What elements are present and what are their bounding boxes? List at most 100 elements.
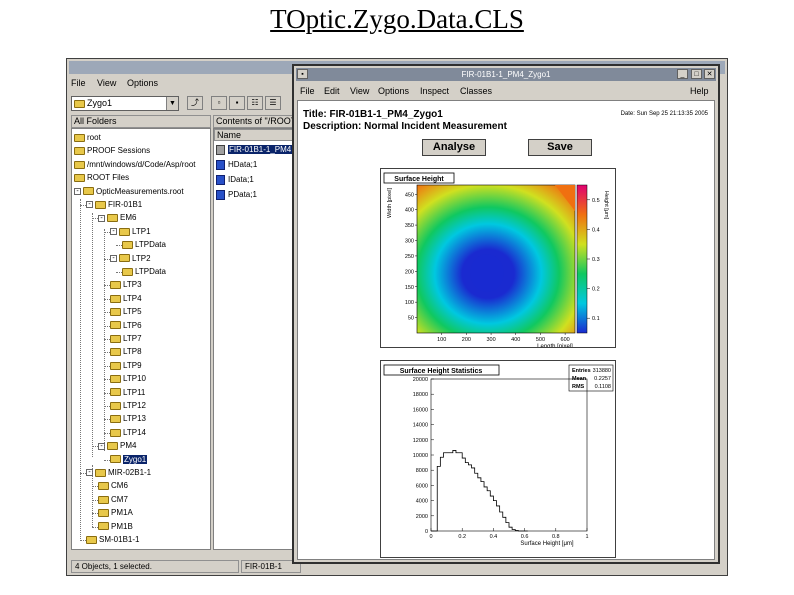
zygo-menu-view[interactable]: View <box>350 86 369 96</box>
contents-item[interactable]: PData;1 <box>216 189 257 201</box>
tree-item[interactable]: PM1B <box>98 520 133 533</box>
tree-item-label: LTP1 <box>132 226 151 236</box>
menu-icon[interactable]: ▪ <box>297 69 308 79</box>
chevron-down-icon[interactable]: ▼ <box>166 97 178 110</box>
histogram-bin <box>481 482 484 531</box>
details-view-button[interactable]: ☰ <box>265 96 281 110</box>
histogram-bin <box>509 527 512 531</box>
x-axis-label: Length [pixel] <box>537 344 573 347</box>
tree-item[interactable]: - LTP1 <box>110 225 151 238</box>
y-tick-label: 200 <box>405 269 414 275</box>
data-object-icon <box>216 159 225 170</box>
browser-menu-options[interactable]: Options <box>127 78 158 88</box>
header-description: Description: Normal Incident Measurement <box>303 121 507 132</box>
all-folders-header: All Folders <box>71 115 211 128</box>
tree-item[interactable]: LTPData <box>122 265 166 278</box>
tree-item[interactable]: LTP8 <box>110 345 142 358</box>
tree-item[interactable]: LTPData <box>122 238 166 251</box>
tree-item[interactable]: LTP10 <box>110 372 146 385</box>
contents-item[interactable]: IData;1 <box>216 174 254 186</box>
tree-item[interactable]: root <box>74 131 101 144</box>
folder-icon <box>110 321 121 330</box>
large-icons-button[interactable]: ▫ <box>211 96 227 110</box>
tree-item[interactable]: LTP6 <box>110 319 142 332</box>
stats-label: Entries <box>572 368 591 374</box>
folder-combo[interactable]: Zygo1 ▼ <box>71 96 179 111</box>
zygo-menu-edit[interactable]: Edit <box>324 86 340 96</box>
tree-connector <box>80 199 81 539</box>
tree-item-label: LTP4 <box>123 293 142 303</box>
browser-menu-file[interactable]: File <box>71 78 86 88</box>
tree-item[interactable]: LTP14 <box>110 426 146 439</box>
tree-item[interactable]: - LTP2 <box>110 252 151 265</box>
save-button[interactable]: Save <box>528 139 592 156</box>
name-column-header[interactable]: Name <box>214 129 296 141</box>
zygo-menu-inspect[interactable]: Inspect <box>420 86 449 96</box>
folder-icon <box>107 442 118 451</box>
y-tick-label: 350 <box>405 223 414 229</box>
contents-item[interactable]: FIR-01B1-1_PM4 <box>216 144 293 156</box>
tree-item-label: SM-01B1-1 <box>99 535 140 544</box>
tree-item[interactable]: LTP13 <box>110 412 146 425</box>
tree-item[interactable]: LTP9 <box>110 359 142 372</box>
contents-panel[interactable]: Name FIR-01B1-1_PM4 HData;1 IData;1 PData;1 <box>213 128 297 550</box>
tree-item-label: LTP14 <box>123 427 146 437</box>
tree-item[interactable]: - EM6 <box>98 211 136 224</box>
tree-item[interactable]: SM-01B1-1 <box>86 533 139 546</box>
collapse-toggle-icon[interactable]: - <box>98 214 105 222</box>
collapse-toggle-icon[interactable]: - <box>110 228 117 236</box>
tree-item[interactable]: - FIR-01B1 <box>86 198 142 211</box>
tree-item[interactable]: PM1A <box>98 506 133 519</box>
tree-item-label: CM6 <box>111 481 128 491</box>
maximize-icon[interactable]: □ <box>691 69 702 79</box>
browser-menu-view[interactable]: View <box>97 78 116 88</box>
y-tick-label: 300 <box>405 239 414 245</box>
histogram-bin <box>437 466 440 531</box>
list-view-button[interactable]: ☷ <box>247 96 263 110</box>
surface-stats-plot[interactable]: Surface Height Statistics Entries 313880 Me… <box>380 360 616 558</box>
collapse-toggle-icon[interactable]: - <box>74 187 81 195</box>
x-tick-label: 300 <box>486 337 495 343</box>
tree-item-label: root <box>87 133 101 142</box>
tree-item-label: Zygo1 <box>123 454 148 464</box>
tree-item-label: LTPData <box>135 240 166 250</box>
data-object-icon <box>216 189 225 200</box>
zygo-menu-options[interactable]: Options <box>378 86 409 96</box>
tree-item[interactable]: CM6 <box>98 479 128 492</box>
tree-item-label: LTP6 <box>123 320 142 330</box>
histogram-bin <box>447 453 450 531</box>
tree-item[interactable]: - MIR-02B1-1 <box>86 466 151 479</box>
surface-height-plot[interactable]: Surface Height 0.1 0.2 0.3 0.4 0.5 Height [μm]… <box>380 168 616 348</box>
zygo-menu-classes[interactable]: Classes <box>460 86 492 96</box>
collapse-toggle-icon[interactable]: - <box>110 254 117 262</box>
folder-combo-value: Zygo1 <box>87 98 113 108</box>
tree-item[interactable]: Zygo1 <box>110 453 148 466</box>
tree-item[interactable]: LTP3 <box>110 278 142 291</box>
contents-header: Contents of "/ROOT <box>213 115 297 128</box>
tree-item[interactable]: ROOT Files <box>74 171 129 184</box>
tree-item[interactable]: PROOF Sessions <box>74 144 150 157</box>
folder-icon <box>74 133 85 142</box>
tree-item[interactable]: LTP5 <box>110 305 142 318</box>
analyse-button[interactable]: Analyse <box>422 139 486 156</box>
tree-item[interactable]: CM7 <box>98 493 128 506</box>
close-icon[interactable]: ✕ <box>704 69 715 79</box>
tree-item[interactable]: LTP4 <box>110 292 142 305</box>
folder-tree-panel[interactable]: root PROOF Sessions/mnt/windows/d/Code/As… <box>71 128 211 550</box>
tree-item[interactable]: LTP11 <box>110 386 145 399</box>
tree-item[interactable]: LTP12 <box>110 399 146 412</box>
histogram-bin <box>450 453 453 531</box>
tree-item[interactable]: /mnt/windows/d/Code/Asp/root <box>74 158 196 171</box>
collapse-toggle-icon[interactable]: - <box>86 201 93 209</box>
small-icons-button[interactable]: ▪ <box>229 96 245 110</box>
zygo-menu-help[interactable]: Help <box>690 86 709 96</box>
contents-item[interactable]: HData;1 <box>216 159 257 171</box>
zygo-menu-file[interactable]: File <box>300 86 315 96</box>
zygo-titlebar[interactable]: FIR-01B1-1_PM4_Zygo1 ▪ _ □ ✕ <box>296 68 716 81</box>
tree-item[interactable]: - OpticMeasurements.root <box>74 185 184 198</box>
y-tick-label: 12000 <box>413 438 428 444</box>
up-folder-button[interactable]: ⤴ <box>187 96 203 110</box>
minimize-icon[interactable]: _ <box>677 69 688 79</box>
tree-item[interactable]: LTP7 <box>110 332 142 345</box>
y-tick-label: 14000 <box>413 423 428 429</box>
